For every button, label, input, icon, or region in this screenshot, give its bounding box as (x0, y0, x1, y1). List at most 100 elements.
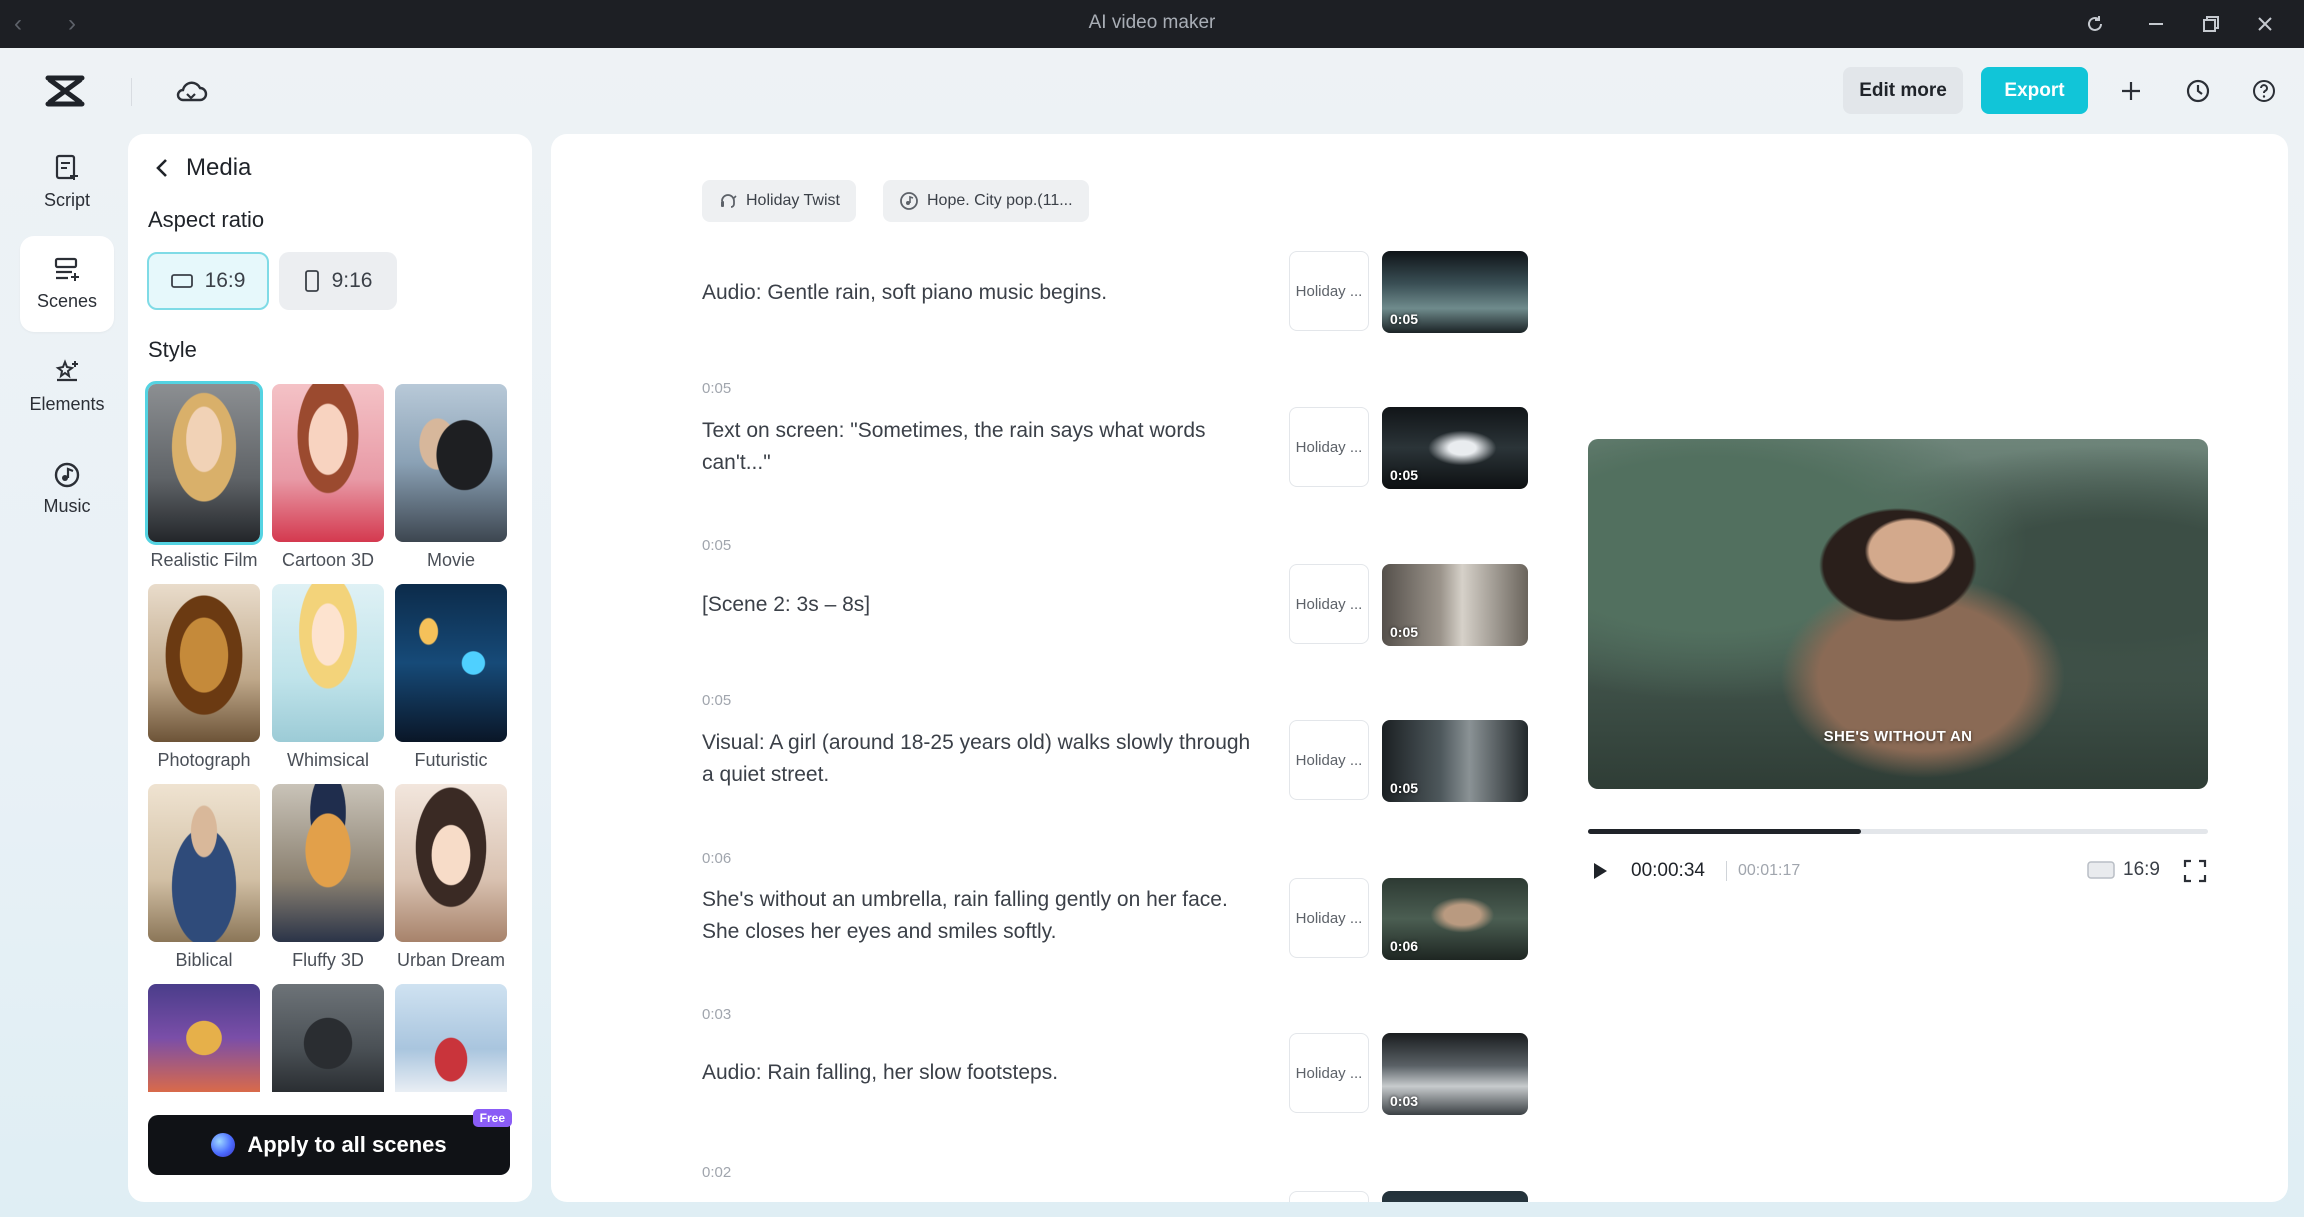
video-preview[interactable]: SHE'S WITHOUT AN (1588, 439, 2208, 789)
aspect-16-9-button[interactable]: 16:9 (147, 252, 269, 310)
scene-thumbnail[interactable]: 0:06 (1382, 878, 1528, 960)
style-card-photograph[interactable]: Photograph (148, 584, 260, 771)
scene-voice-box[interactable]: Holiday ... (1289, 564, 1369, 644)
playback-progress[interactable] (1588, 829, 2208, 834)
landscape-icon (171, 273, 193, 289)
scene-thumbnail[interactable]: 0:03 (1382, 1033, 1528, 1115)
scene-thumbnail[interactable]: 0:05 (1382, 720, 1528, 802)
rail-item-scenes[interactable]: Scenes (20, 236, 114, 332)
history-icon[interactable] (2181, 74, 2215, 108)
scene-text[interactable]: [Scene 2: 3s – 8s] (702, 589, 1262, 621)
style-card-urban-dream[interactable]: Urban Dream (395, 784, 507, 971)
style-name: Photograph (148, 750, 260, 771)
style-card-movie[interactable]: Movie (395, 384, 507, 571)
current-time: 00:00:34 (1631, 860, 1705, 882)
elements-icon (53, 358, 81, 386)
scene-voice-box[interactable]: Holiday ... (1289, 720, 1369, 800)
style-card-realistic-film[interactable]: Realistic Film (148, 384, 260, 571)
time-marker: 0:06 (702, 850, 731, 867)
preview-ratio-selector[interactable]: 16:9 (2087, 859, 2160, 881)
export-button[interactable]: Export (1981, 67, 2088, 114)
scene-duration: 0:05 (1390, 624, 1418, 640)
back-chevron-icon[interactable] (154, 157, 170, 179)
aspect-label: 9:16 (332, 269, 373, 293)
close-icon[interactable] (2249, 8, 2281, 40)
style-thumbnail (148, 384, 260, 542)
portrait-icon (304, 270, 320, 292)
rail-item-elements[interactable]: Elements (20, 338, 114, 434)
style-name: Urban Dream (395, 950, 507, 971)
style-card-winter-family[interactable] (395, 984, 507, 1092)
scene-thumbnail[interactable]: 0:05 (1382, 251, 1528, 333)
style-card-cartoon-3d[interactable]: Cartoon 3D (272, 384, 384, 571)
scene-text[interactable]: Audio: Rain falling, her slow footsteps. (702, 1057, 1262, 1089)
scene-voice-box[interactable]: Holiday ... (1289, 1033, 1369, 1113)
total-time: 00:01:17 (1738, 862, 1800, 880)
scene-duration: 0:05 (1390, 780, 1418, 796)
time-divider (1726, 861, 1727, 881)
ratio-icon (2087, 860, 2115, 880)
add-icon[interactable] (2114, 74, 2148, 108)
apply-label: Apply to all scenes (247, 1132, 446, 1158)
scene-text[interactable]: Text on screen: "Sometimes, the rain say… (702, 415, 1262, 479)
time-marker: 0:05 (702, 380, 731, 397)
scene-text[interactable]: She's without an umbrella, rain falling … (702, 884, 1262, 948)
voice-icon (718, 191, 738, 211)
style-card-monster[interactable] (272, 984, 384, 1092)
voice-chip[interactable]: Holiday Twist (702, 180, 856, 222)
title-bar: ‹ › AI video maker (0, 0, 2304, 48)
voice-chip-label: Holiday Twist (746, 192, 840, 210)
cloud-sync-icon[interactable] (174, 76, 208, 106)
help-icon[interactable] (2247, 74, 2281, 108)
scene-text[interactable]: Audio: Gentle rain, soft piano music beg… (702, 277, 1262, 309)
scenes-panel: Holiday Twist Hope. City pop.(11... Audi… (551, 134, 2288, 1202)
ai-orb-icon (211, 1133, 235, 1157)
rail-item-music[interactable]: Music (20, 440, 114, 536)
style-thumbnail (148, 984, 260, 1092)
apply-to-all-scenes-button[interactable]: Apply to all scenes Free (148, 1115, 510, 1175)
minimize-icon[interactable] (2140, 8, 2172, 40)
scene-duration: 0:06 (1390, 938, 1418, 954)
style-card-futuristic[interactable]: Futuristic (395, 584, 507, 771)
rail-label: Music (43, 496, 90, 517)
media-panel: Media Aspect ratio 16:9 9:16 Style Reali… (128, 134, 532, 1202)
rail-label: Script (44, 190, 90, 211)
scene-thumbnail[interactable]: 0:05 (1382, 407, 1528, 489)
style-card-fluffy-3d[interactable]: Fluffy 3D (272, 784, 384, 971)
capcut-logo-icon (44, 72, 86, 110)
style-name: Futuristic (395, 750, 507, 771)
scene-duration: 0:03 (1390, 1093, 1418, 1109)
scene-voice-box[interactable] (1289, 1191, 1369, 1202)
style-card-whimsical[interactable]: Whimsical (272, 584, 384, 771)
style-thumbnail (148, 584, 260, 742)
style-card-biblical[interactable]: Biblical (148, 784, 260, 971)
restore-icon[interactable] (2195, 8, 2227, 40)
style-thumbnail (272, 984, 384, 1092)
style-thumbnail (395, 784, 507, 942)
scene-text[interactable]: Visual: A girl (around 18-25 years old) … (702, 727, 1262, 791)
music-chip[interactable]: Hope. City pop.(11... (883, 180, 1089, 222)
fullscreen-icon[interactable] (2182, 858, 2208, 884)
scenes-icon (53, 257, 81, 283)
edit-more-button[interactable]: Edit more (1843, 67, 1963, 114)
style-card-bell[interactable] (148, 984, 260, 1092)
rail-item-script[interactable]: Script (20, 134, 114, 230)
scene-voice-box[interactable]: Holiday ... (1289, 878, 1369, 958)
music-disc-icon (899, 191, 919, 211)
ratio-label: 16:9 (2123, 859, 2160, 881)
scene-voice-box[interactable]: Holiday ... (1289, 407, 1369, 487)
scene-thumbnail[interactable] (1382, 1191, 1528, 1202)
style-name: Fluffy 3D (272, 950, 384, 971)
rail-label: Scenes (37, 291, 97, 312)
preview-caption: SHE'S WITHOUT AN (1588, 728, 2208, 745)
refresh-icon[interactable] (2079, 8, 2111, 40)
aspect-9-16-button[interactable]: 9:16 (279, 252, 397, 310)
play-icon[interactable] (1590, 860, 1610, 882)
style-name: Whimsical (272, 750, 384, 771)
scene-voice-box[interactable]: Holiday ... (1289, 251, 1369, 331)
style-thumbnail (395, 384, 507, 542)
aspect-ratio-title: Aspect ratio (148, 207, 264, 233)
scene-thumbnail[interactable]: 0:05 (1382, 564, 1528, 646)
time-marker: 0:05 (702, 692, 731, 709)
music-icon (53, 460, 81, 488)
